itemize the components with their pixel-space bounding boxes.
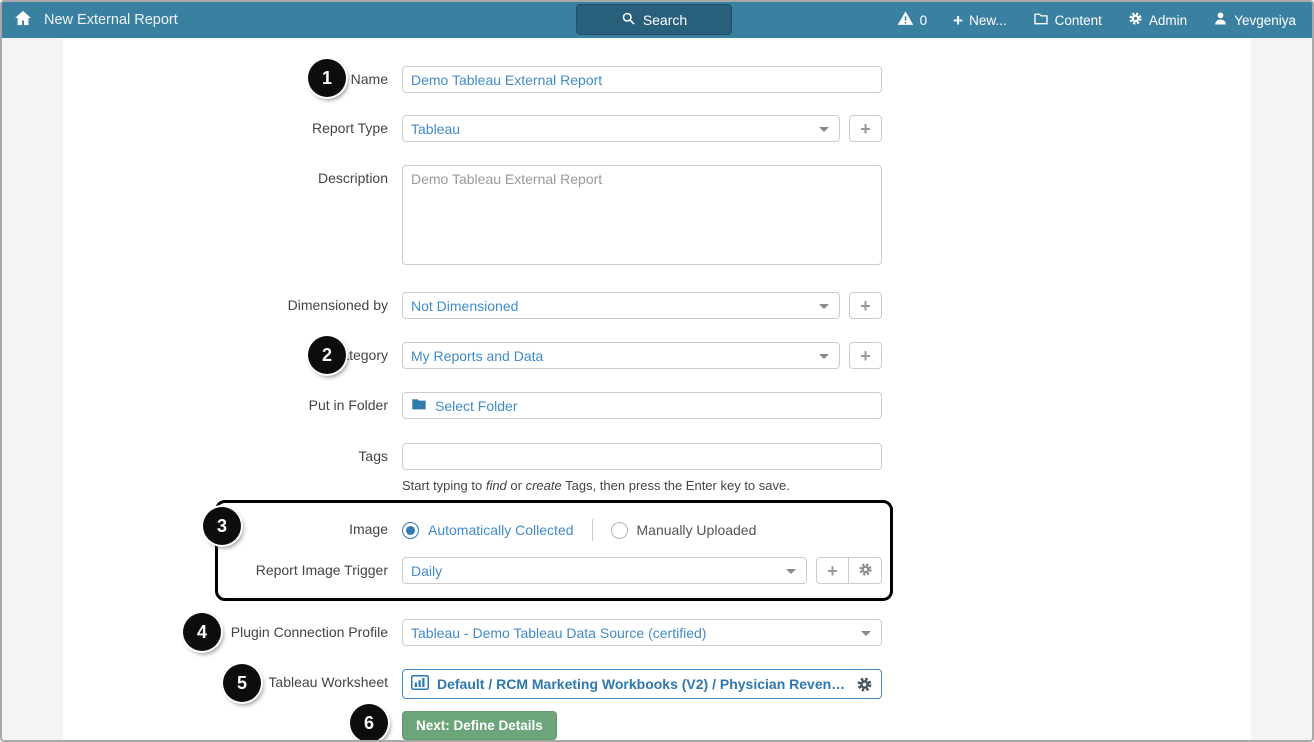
plus-icon: + <box>953 12 963 29</box>
callout-4: 4 <box>183 613 221 651</box>
tableau-worksheet-row: 5 Tableau Worksheet Default / RCM Market… <box>63 669 1251 699</box>
image-settings-callout-box: 3 Image Automatically Collected Manually… <box>215 500 893 601</box>
category-row: 2 Category My Reports and Data + <box>63 342 1251 369</box>
put-in-folder-row: Put in Folder Select Folder <box>63 392 1251 419</box>
home-icon <box>14 9 32 32</box>
add-trigger-button[interactable]: + <box>816 557 849 584</box>
description-textarea[interactable]: Demo Tableau External Report <box>402 165 882 265</box>
report-type-label: Report Type <box>63 115 402 136</box>
report-type-value: Tableau <box>411 121 460 137</box>
report-image-trigger-row: Report Image Trigger Daily + <box>218 557 890 584</box>
manually-uploaded-label[interactable]: Manually Uploaded <box>637 522 757 538</box>
image-row: Image Automatically Collected Manually U… <box>218 516 890 541</box>
image-label: Image <box>218 516 402 537</box>
select-folder-label: Select Folder <box>435 398 517 414</box>
chevron-down-icon <box>786 569 796 574</box>
plugin-connection-profile-row: 4 Plugin Connection Profile Tableau - De… <box>63 619 1251 646</box>
plugin-connection-profile-value: Tableau - Demo Tableau Data Source (cert… <box>411 625 706 641</box>
callout-5: 5 <box>223 664 261 702</box>
chevron-down-icon <box>819 354 829 359</box>
tags-label: Tags <box>63 443 402 464</box>
folder-icon <box>1033 11 1049 30</box>
add-dimension-button[interactable]: + <box>849 292 882 319</box>
user-icon <box>1213 11 1228 29</box>
new-menu-item[interactable]: + New... <box>953 12 1006 29</box>
dimensioned-by-select[interactable]: Not Dimensioned <box>402 292 840 319</box>
search-icon <box>621 11 636 29</box>
description-label: Description <box>63 165 402 186</box>
admin-menu-item[interactable]: Admin <box>1128 11 1187 29</box>
select-folder-picker[interactable]: Select Folder <box>402 392 882 419</box>
dimensioned-by-label: Dimensioned by <box>63 292 402 313</box>
category-select[interactable]: My Reports and Data <box>402 342 840 369</box>
home-button[interactable] <box>14 9 32 32</box>
category-value: My Reports and Data <box>411 348 543 364</box>
chart-icon <box>411 675 429 693</box>
automatically-collected-label[interactable]: Automatically Collected <box>428 522 574 538</box>
category-label: Category <box>63 342 402 363</box>
next-row: 6 Next: Define Details <box>63 711 1251 740</box>
callout-3: 3 <box>203 507 241 545</box>
alerts-menu-item[interactable]: 0 <box>897 10 928 30</box>
tags-row: Tags <box>63 443 1251 470</box>
tags-input[interactable] <box>402 443 882 470</box>
page-background: 1 Name Report Type Tableau + <box>2 38 1312 742</box>
page-title: New External Report <box>44 12 178 28</box>
name-label: Name <box>63 66 402 87</box>
add-category-button[interactable]: + <box>849 342 882 369</box>
user-menu-label: Yevgeniya <box>1234 13 1296 28</box>
callout-1: 1 <box>308 59 346 97</box>
app-window: New External Report Search 0 + New... <box>0 0 1314 742</box>
chevron-down-icon <box>861 631 871 636</box>
top-right-menu: 0 + New... Content Admin <box>897 2 1296 38</box>
callout-6: 6 <box>350 704 388 742</box>
callout-2: 2 <box>308 336 346 374</box>
tableau-worksheet-value: Default / RCM Marketing Workbooks (V2) /… <box>437 676 848 692</box>
report-type-row: Report Type Tableau + <box>63 115 1251 142</box>
report-type-select[interactable]: Tableau <box>402 115 840 142</box>
dimensioned-by-value: Not Dimensioned <box>411 298 518 314</box>
plugin-connection-profile-label: Plugin Connection Profile <box>63 619 402 640</box>
search-button-label: Search <box>643 12 687 28</box>
description-row: Description Demo Tableau External Report <box>63 165 1251 265</box>
report-image-trigger-label: Report Image Trigger <box>218 557 402 578</box>
report-image-trigger-value: Daily <box>411 563 442 579</box>
new-menu-label: New... <box>969 13 1007 28</box>
name-row: 1 Name <box>63 66 1251 93</box>
gear-icon <box>858 562 873 580</box>
radio-separator <box>592 519 593 541</box>
tags-help-row: Start typing to find or create Tags, the… <box>63 474 1251 493</box>
top-navigation-bar: New External Report Search 0 + New... <box>2 2 1312 38</box>
put-in-folder-label: Put in Folder <box>63 392 402 413</box>
worksheet-settings-gear-icon[interactable] <box>856 676 873 693</box>
tags-help-text: Start typing to find or create Tags, the… <box>402 474 790 493</box>
form-panel: 1 Name Report Type Tableau + <box>63 38 1251 742</box>
blue-folder-icon <box>411 396 427 415</box>
alert-count: 0 <box>920 13 928 28</box>
warning-icon <box>897 10 914 30</box>
name-input[interactable] <box>402 66 882 93</box>
user-menu-item[interactable]: Yevgeniya <box>1213 11 1296 29</box>
add-report-type-button[interactable]: + <box>849 115 882 142</box>
chevron-down-icon <box>819 304 829 309</box>
content-menu-item[interactable]: Content <box>1033 11 1102 30</box>
tableau-worksheet-picker[interactable]: Default / RCM Marketing Workbooks (V2) /… <box>402 669 882 699</box>
content-menu-label: Content <box>1055 13 1102 28</box>
plugin-connection-profile-select[interactable]: Tableau - Demo Tableau Data Source (cert… <box>402 619 882 646</box>
search-button[interactable]: Search <box>576 4 732 35</box>
next-define-details-button[interactable]: Next: Define Details <box>402 711 557 740</box>
automatically-collected-radio[interactable] <box>402 522 419 539</box>
report-image-trigger-select[interactable]: Daily <box>402 557 807 584</box>
gear-icon <box>1128 11 1143 29</box>
dimensioned-by-row: Dimensioned by Not Dimensioned + <box>63 292 1251 319</box>
admin-menu-label: Admin <box>1149 13 1187 28</box>
chevron-down-icon <box>819 127 829 132</box>
manually-uploaded-radio[interactable] <box>611 522 628 539</box>
trigger-settings-button[interactable] <box>849 557 882 584</box>
